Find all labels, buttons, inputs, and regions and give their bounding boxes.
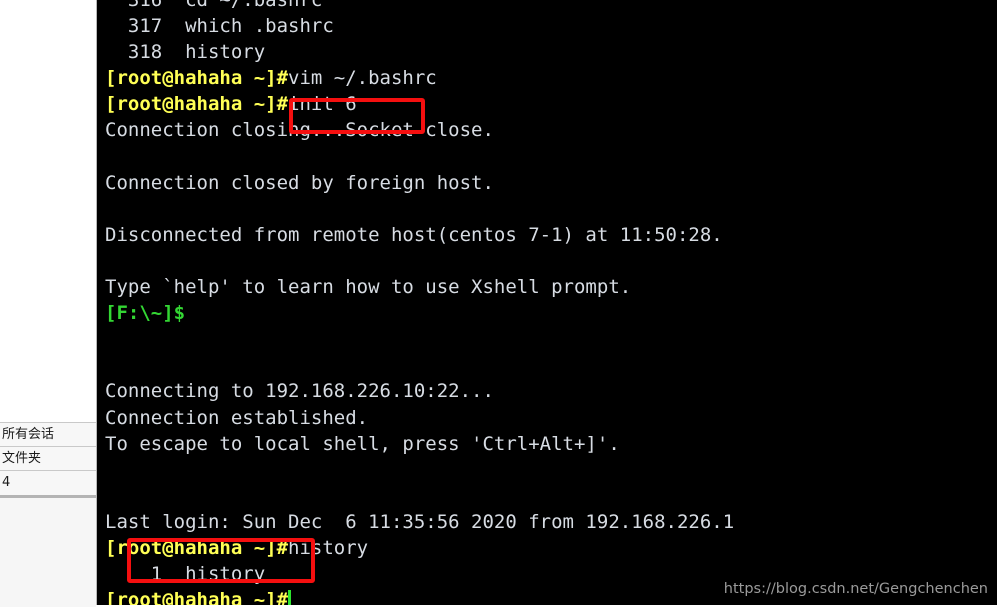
terminal-text: init 6 xyxy=(288,93,357,116)
terminal-line: 317 which .bashrc xyxy=(105,13,997,39)
terminal-line: 318 history xyxy=(105,39,997,65)
terminal-output-pane[interactable]: 316 cd ~/.bashrc 317 which .bashrc 318 h… xyxy=(97,0,997,605)
terminal-text: 317 which .bashrc xyxy=(105,15,334,38)
sidebar-item-folders[interactable]: 文件夹 xyxy=(0,446,96,470)
terminal-line: Connecting to 192.168.226.10:22... xyxy=(105,378,997,404)
terminal-line: Disconnected from remote host(centos 7-1… xyxy=(105,222,997,248)
terminal-lines: 316 cd ~/.bashrc 317 which .bashrc 318 h… xyxy=(105,0,997,605)
terminal-line: [root@hahaha ~]#init 6 xyxy=(105,91,997,117)
sidebar-footer-panel xyxy=(0,495,96,607)
watermark-text: https://blog.csdn.net/Gengchenchen xyxy=(723,581,988,597)
terminal-cursor xyxy=(288,590,292,605)
session-sidebar: 所有会话 文件夹 4 xyxy=(0,0,97,607)
terminal-line: [root@hahaha ~]#history xyxy=(105,535,997,561)
terminal-text: 1 history xyxy=(105,563,266,586)
terminal-text: vim ~/.bashrc xyxy=(288,67,437,90)
sidebar-item-count[interactable]: 4 xyxy=(0,470,96,495)
terminal-text: Disconnected from remote host(centos 7-1… xyxy=(105,223,723,246)
terminal-text: To escape to local shell, press 'Ctrl+Al… xyxy=(105,432,620,455)
terminal-line: Connection closed by foreign host. xyxy=(105,170,997,196)
xshell-window: 所有会话 文件夹 4 316 cd ~/.bashrc 317 which .b… xyxy=(0,0,997,607)
shell-prompt: [root@hahaha ~]# xyxy=(105,93,289,116)
shell-prompt: [root@hahaha ~]# xyxy=(105,589,289,605)
terminal-line: Connection established. xyxy=(105,405,997,431)
sidebar-item-label: 所有会话 xyxy=(2,427,55,442)
terminal-line: Type `help' to learn how to use Xshell p… xyxy=(105,274,997,300)
sidebar-item-label: 4 xyxy=(2,475,11,490)
terminal-text: Connecting to 192.168.226.10:22... xyxy=(105,380,494,403)
sidebar-item-label: 文件夹 xyxy=(2,451,42,466)
terminal-text: Connection established. xyxy=(105,406,369,429)
terminal-line: Connection closing...Socket close. xyxy=(105,117,997,143)
shell-prompt: [root@hahaha ~]# xyxy=(105,67,289,90)
shell-prompt: [root@hahaha ~]# xyxy=(105,536,289,559)
terminal-line: Last login: Sun Dec 6 11:35:56 2020 from… xyxy=(105,509,997,535)
terminal-text: 318 history xyxy=(105,41,266,64)
terminal-text: 316 cd ~/.bashrc xyxy=(105,0,323,11)
terminal-line: [root@hahaha ~]#vim ~/.bashrc xyxy=(105,65,997,91)
terminal-text: [F:\~]$ xyxy=(105,302,186,325)
terminal-line: [F:\~]$ xyxy=(105,300,997,326)
terminal-text: Connection closing...Socket close. xyxy=(105,119,494,142)
sidebar-item-all-sessions[interactable]: 所有会话 xyxy=(0,422,96,446)
terminal-text: history xyxy=(288,536,369,559)
terminal-line: 316 cd ~/.bashrc xyxy=(105,0,997,13)
sidebar-empty-area xyxy=(0,0,96,422)
terminal-text: Connection closed by foreign host. xyxy=(105,171,494,194)
terminal-text: Last login: Sun Dec 6 11:35:56 2020 from… xyxy=(105,510,735,533)
terminal-line: To escape to local shell, press 'Ctrl+Al… xyxy=(105,431,997,457)
terminal-text: Type `help' to learn how to use Xshell p… xyxy=(105,276,632,299)
